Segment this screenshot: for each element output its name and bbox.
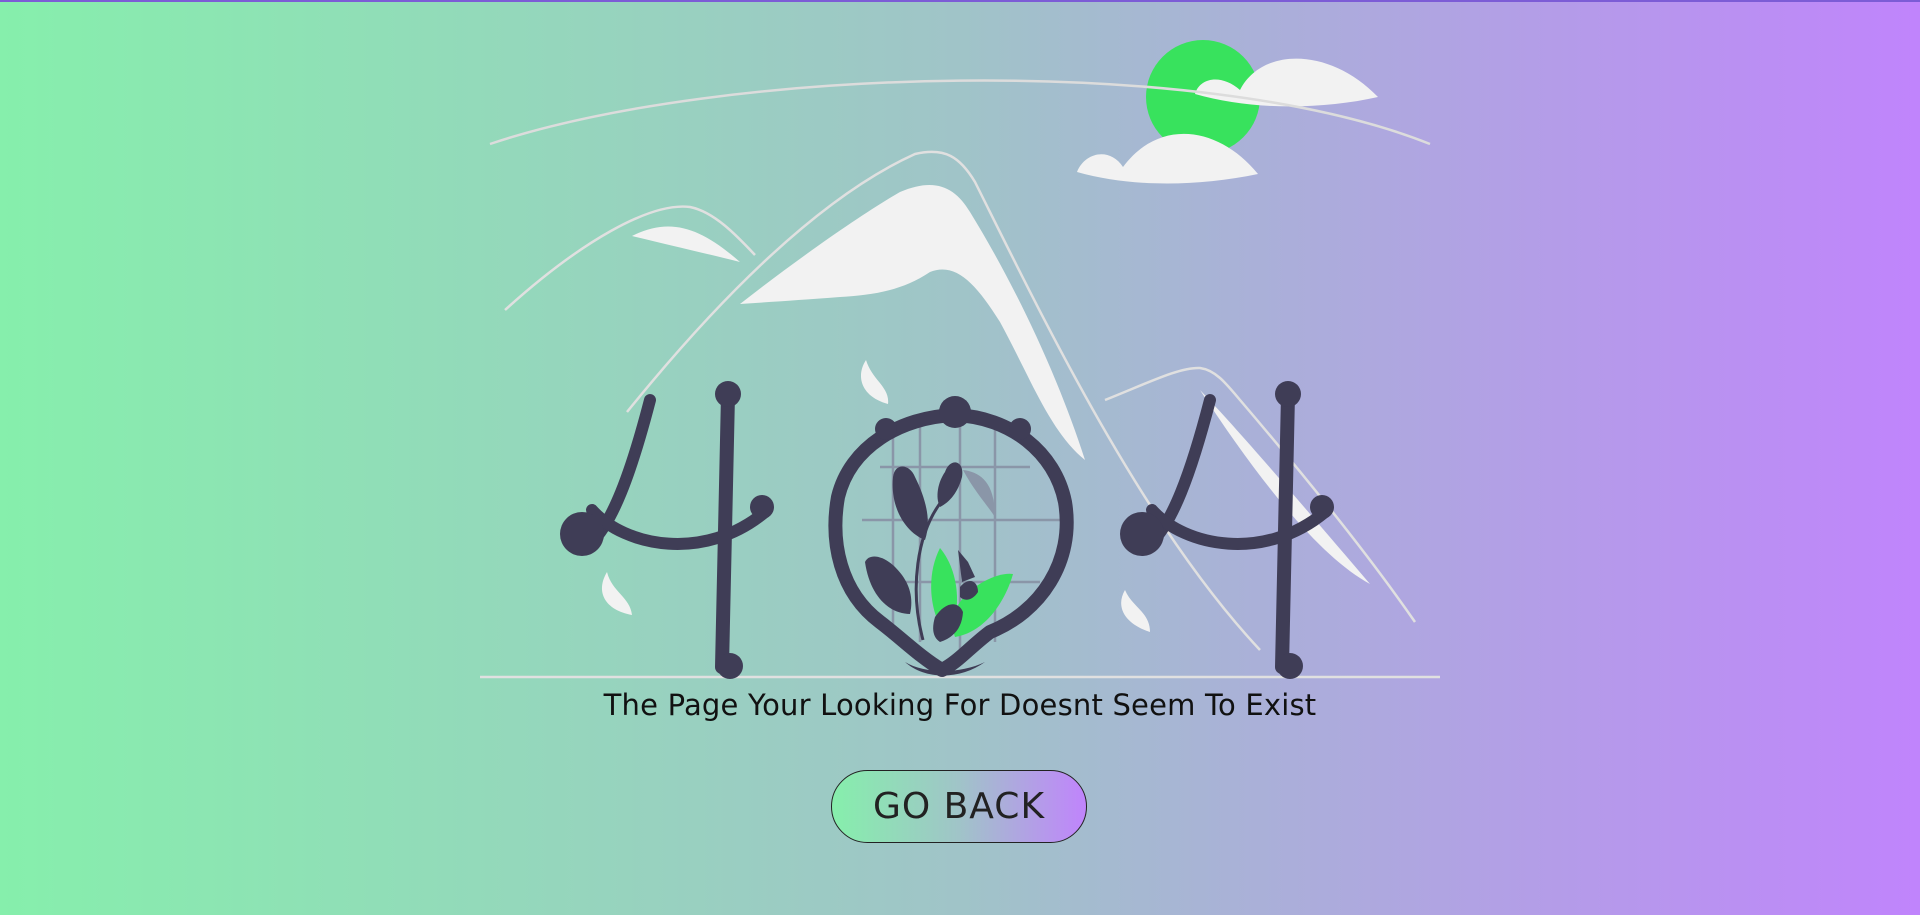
not-found-message: The Page Your Looking For Doesnt Seem To… [603,688,1317,722]
mountain-small-left [504,205,756,311]
mountain-right [1104,366,1417,623]
digit-four-left [586,388,771,674]
plant-icon [865,462,1013,642]
go-back-button[interactable]: GO BACK [831,770,1087,843]
404-illustration [480,40,1440,679]
